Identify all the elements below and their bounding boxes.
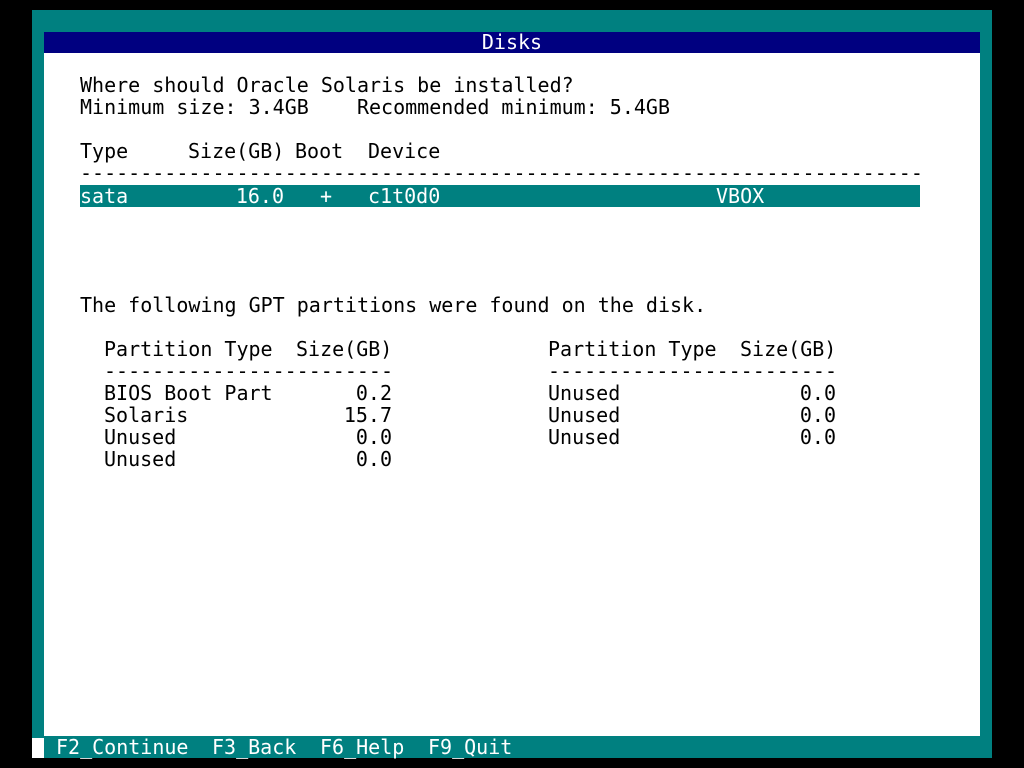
column-header-size: Size(GB) <box>188 139 285 163</box>
right-partition-type[interactable]: Unused <box>548 404 620 426</box>
column-header-device: Device <box>368 139 441 163</box>
left-partition-type[interactable]: Unused <box>104 426 176 448</box>
disk-vendor: VBOX <box>716 184 765 208</box>
disk-row-selected[interactable]: sata 16.0 + c1t0d0 VBOX <box>80 185 920 207</box>
disk-type: sata <box>80 184 129 208</box>
right-partition-size[interactable]: 0.0 <box>740 404 836 426</box>
left-partition-size[interactable]: 0.0 <box>296 426 392 448</box>
left-partition-type[interactable]: Unused <box>104 448 176 470</box>
right-partition-size[interactable]: 0.0 <box>740 426 836 448</box>
left-partition-separator: ------------------------ <box>104 359 393 383</box>
left-partition-size[interactable]: 0.0 <box>296 448 392 470</box>
right-partition-size[interactable]: 0.0 <box>740 382 836 404</box>
right-header-size: Size(GB) <box>740 337 837 361</box>
size-requirements: Minimum size: 3.4GB Recommended minimum:… <box>80 95 671 119</box>
left-partition-type[interactable]: Solaris <box>104 404 188 426</box>
install-question: Where should Oracle Solaris be installed… <box>80 73 574 97</box>
right-partition-type[interactable]: Unused <box>548 382 620 404</box>
disk-table-separator: ----------------------------------------… <box>80 162 920 184</box>
left-partition-size[interactable]: 0.2 <box>296 382 392 404</box>
right-header-partition-type: Partition Type <box>548 337 717 361</box>
continue-key[interactable]: F2_Continue <box>56 736 188 758</box>
quit-key[interactable]: F9_Quit <box>428 736 512 758</box>
text-cursor <box>32 738 44 758</box>
disk-size: 16.0 <box>235 184 284 208</box>
back-key[interactable]: F3_Back <box>212 736 296 758</box>
left-partition-size[interactable]: 15.7 <box>296 404 392 426</box>
help-key[interactable]: F6_Help <box>320 736 404 758</box>
disk-device: c1t0d0 <box>368 184 441 208</box>
column-header-type: Type <box>80 139 129 163</box>
disk-boot-flag: + <box>320 184 333 208</box>
left-header-partition-type: Partition Type <box>104 337 273 361</box>
column-header-boot: Boot <box>295 139 344 163</box>
left-partition-type[interactable]: BIOS Boot Part <box>104 382 273 404</box>
right-partition-type[interactable]: Unused <box>548 426 620 448</box>
right-partition-separator: ------------------------ <box>548 359 837 383</box>
partitions-message: The following GPT partitions were found … <box>80 293 707 317</box>
left-header-size: Size(GB) <box>296 337 393 361</box>
window-title: Disks <box>44 32 980 53</box>
